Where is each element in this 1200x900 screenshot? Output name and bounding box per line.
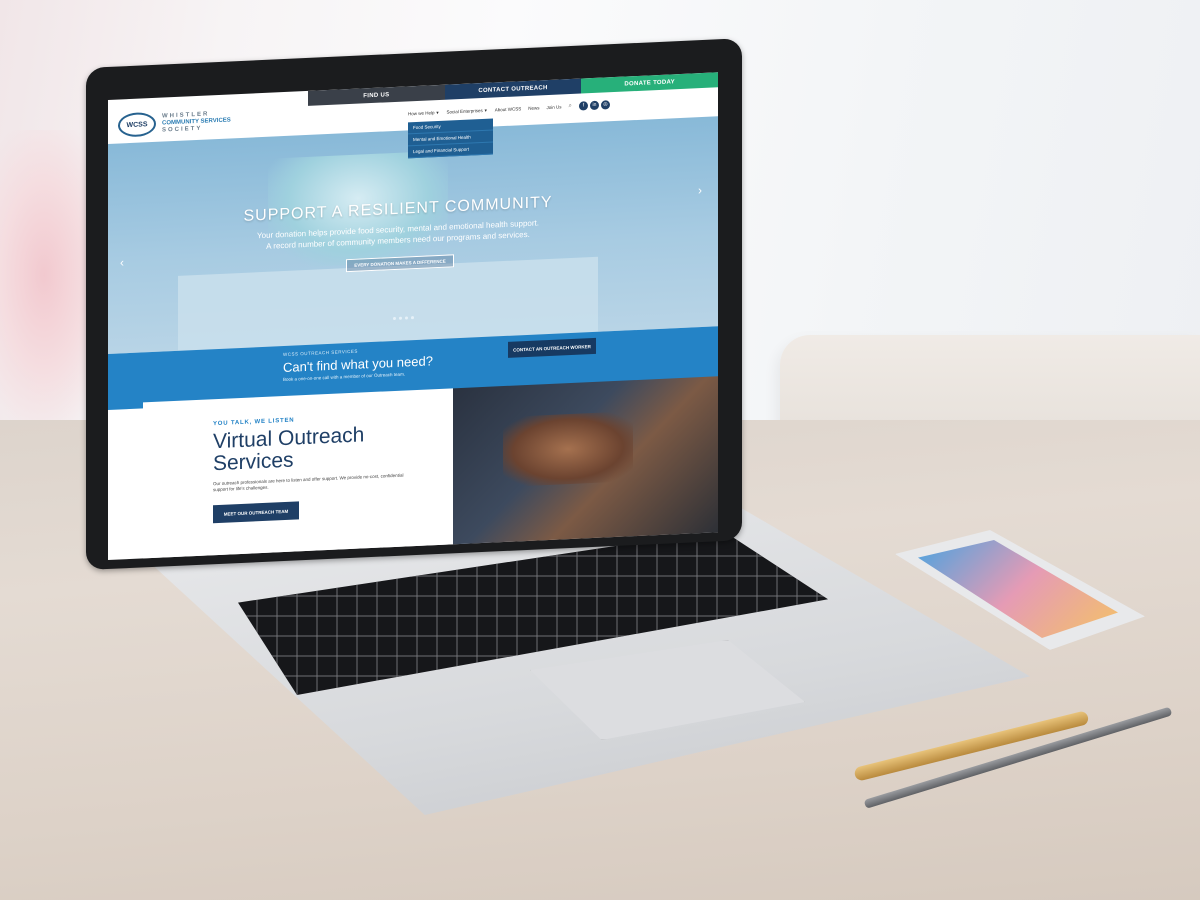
- instagram-icon[interactable]: ◎: [600, 99, 610, 110]
- nav-news[interactable]: News: [528, 105, 539, 111]
- chevron-right-icon[interactable]: ›: [698, 183, 702, 197]
- how-we-help-dropdown: Food Security Mental and Emotional Healt…: [408, 118, 493, 159]
- linkedin-icon[interactable]: in: [589, 100, 599, 110]
- facebook-icon[interactable]: f: [578, 100, 588, 111]
- nav-about[interactable]: About WCSS: [495, 106, 522, 112]
- outreach-label: WCSS OUTREACH SERVICES: [283, 348, 358, 358]
- search-icon[interactable]: ⌕: [569, 102, 572, 109]
- logo-wordmark: WHISTLER COMMUNITY SERVICES SOCIETY: [162, 110, 231, 134]
- virtual-outreach-title: Virtual Outreach Services: [213, 423, 365, 476]
- slider-dot[interactable]: [405, 316, 408, 320]
- social-links: f in ◎: [578, 99, 610, 111]
- slider-dot[interactable]: [411, 316, 414, 320]
- nav-join-us[interactable]: Join Us: [547, 104, 562, 110]
- website-viewport: FIND US CONTACT OUTREACH DONATE TODAY WC…: [108, 72, 718, 561]
- logo-badge: WCSS: [118, 111, 156, 138]
- chevron-down-icon: ▼: [435, 109, 440, 115]
- slider-dot[interactable]: [399, 316, 402, 320]
- slider-dot[interactable]: [393, 316, 396, 321]
- nav-how-we-help[interactable]: How we Help▼: [408, 109, 439, 115]
- contact-outreach-worker-button[interactable]: CONTACT AN OUTREACH WORKER: [508, 337, 596, 358]
- chevron-down-icon: ▼: [483, 107, 488, 113]
- nav-social-enterprises[interactable]: Social Enterprises▼: [446, 107, 487, 114]
- outreach-title: Can't find what you need?: [283, 353, 433, 376]
- chevron-left-icon[interactable]: ‹: [120, 255, 124, 269]
- outreach-photo-hands: [503, 411, 633, 488]
